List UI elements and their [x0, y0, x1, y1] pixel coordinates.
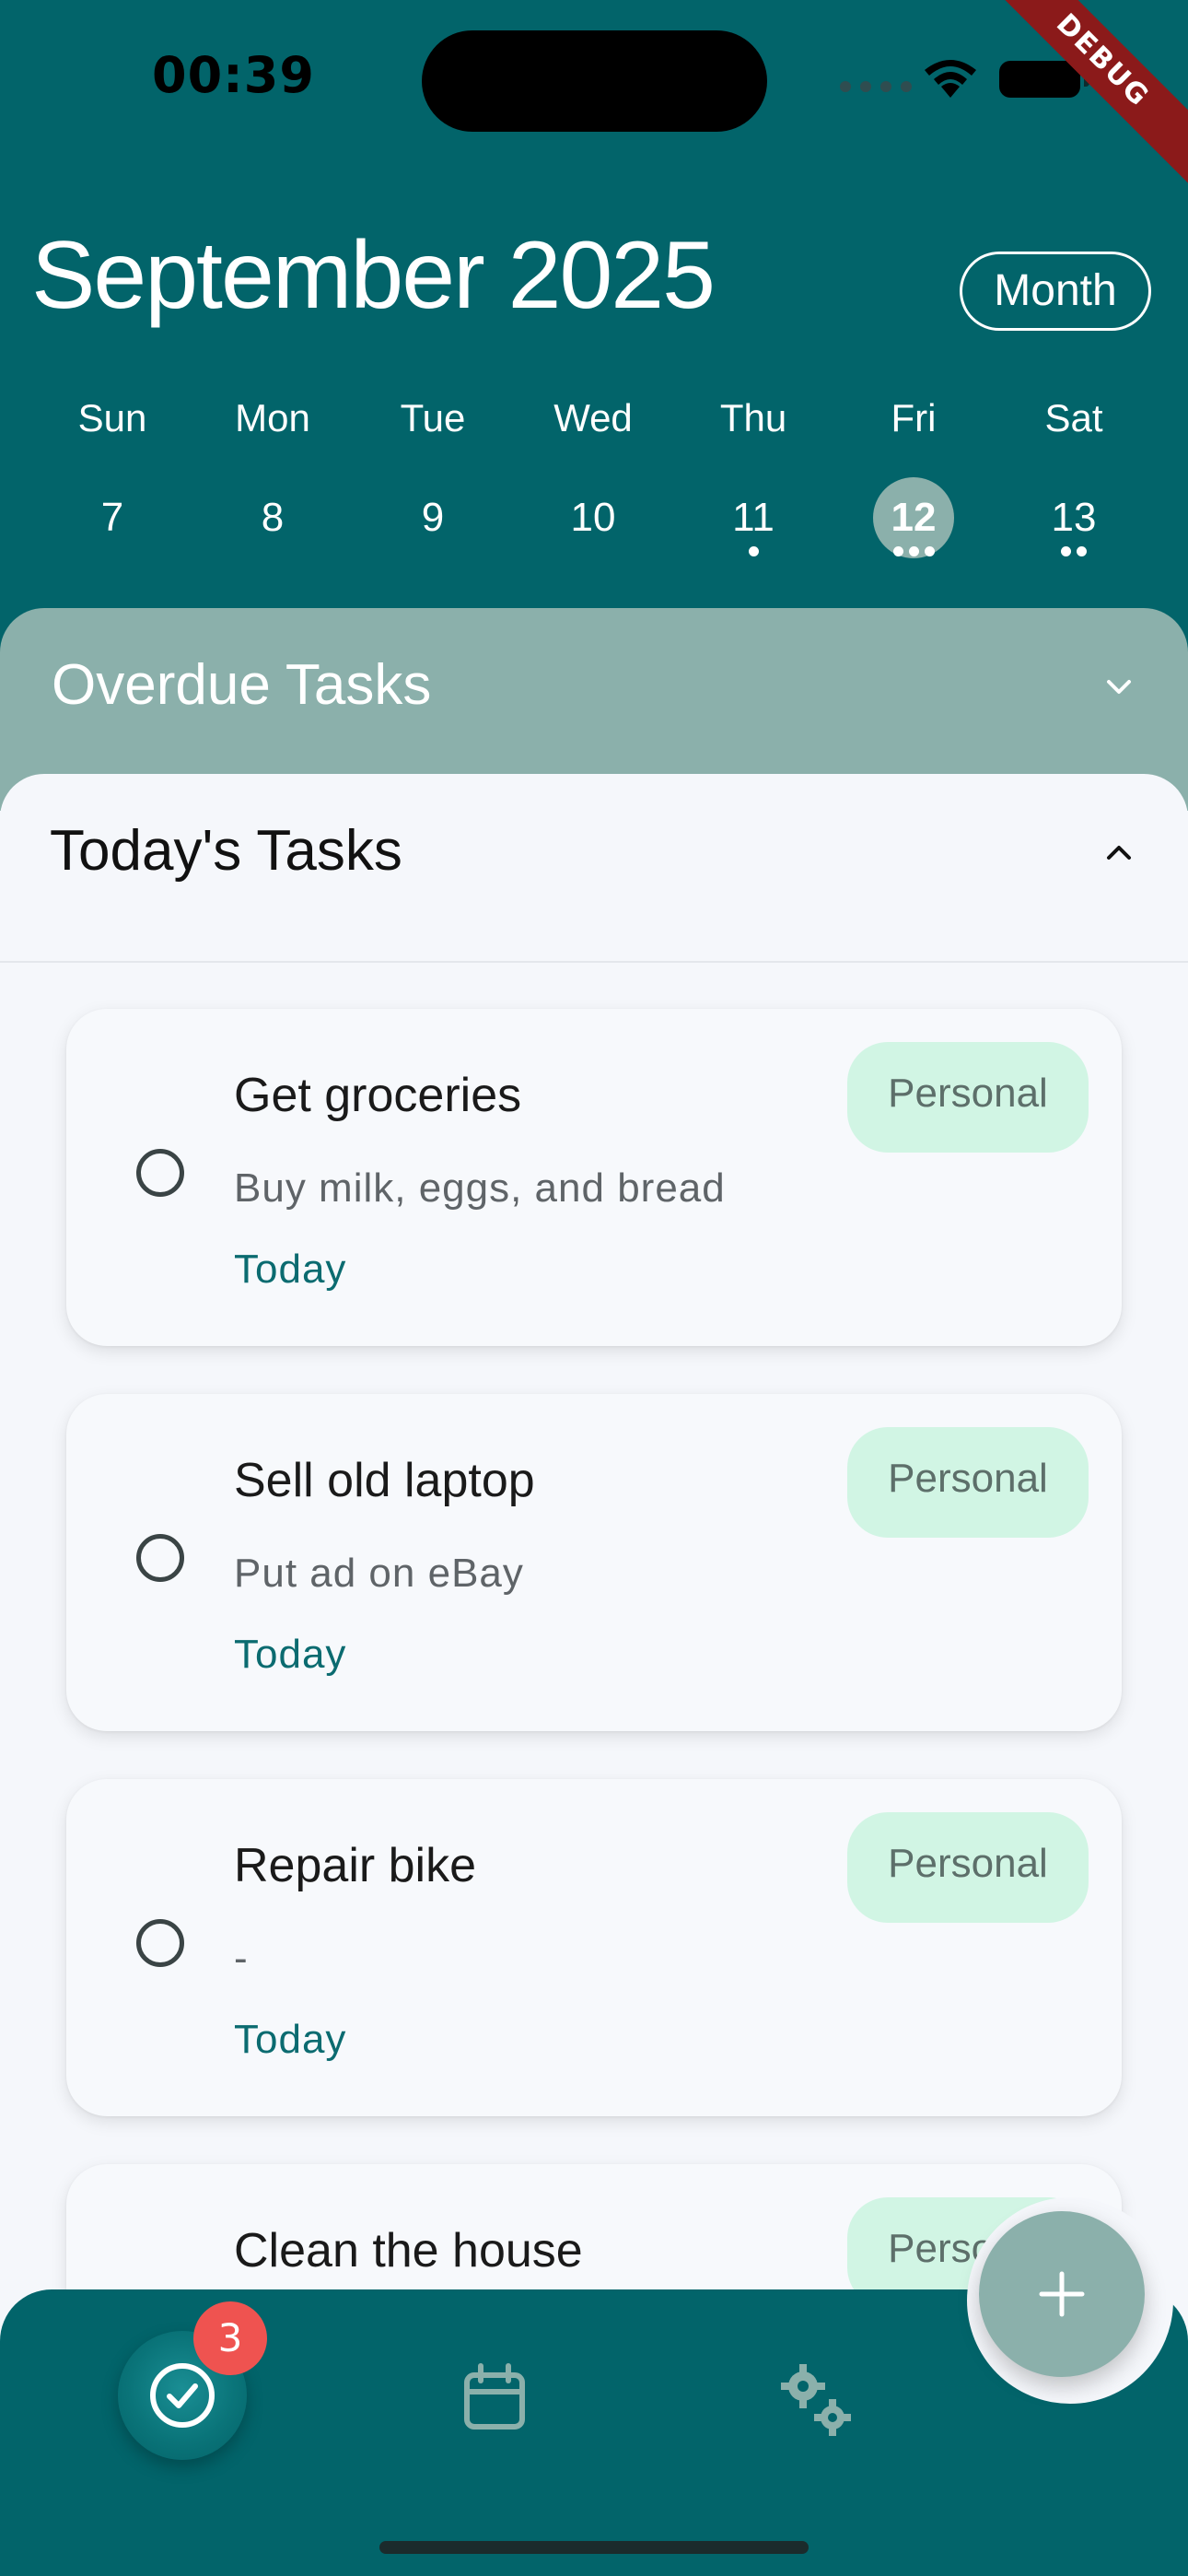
task-date: Today — [234, 1247, 347, 1292]
day-number: 10 — [570, 495, 616, 540]
header: 00:39 DEBUG September 2025 Month Sun 7 M… — [0, 0, 1188, 663]
task-card[interactable]: Sell old laptop Put ad on eBay Today Per… — [66, 1394, 1122, 1731]
chevron-down-icon — [1107, 680, 1131, 694]
home-indicator — [379, 2541, 809, 2554]
status-time: 00:39 — [152, 46, 315, 104]
day-name: Sat — [1044, 396, 1103, 439]
tasks-count-badge: 3 — [193, 2301, 267, 2375]
nav-calendar-button[interactable] — [435, 2340, 554, 2460]
divider — [0, 961, 1188, 963]
day-thu[interactable]: Thu 11 — [673, 396, 833, 580]
day-name: Sun — [77, 396, 147, 439]
day-name: Wed — [553, 396, 633, 439]
day-number: 7 — [100, 495, 124, 540]
task-date: Today — [234, 2017, 347, 2062]
calendar-icon — [464, 2363, 525, 2430]
nav-settings-button[interactable] — [755, 2340, 875, 2460]
day-sun[interactable]: Sun 7 — [32, 396, 192, 580]
task-checkbox[interactable] — [136, 1149, 184, 1197]
event-dots — [673, 546, 833, 556]
add-task-button[interactable] — [979, 2211, 1145, 2377]
task-checkbox[interactable] — [136, 1919, 184, 1967]
task-checkbox[interactable] — [136, 1534, 184, 1582]
week-strip: Sun 7 Mon 8 Tue 9 Wed 10 Thu 11 Fri 12 S… — [0, 396, 1188, 580]
task-category-tag: Personal — [847, 1042, 1089, 1153]
day-tue[interactable]: Tue 9 — [353, 396, 513, 580]
task-title: Sell old laptop — [234, 1454, 535, 1507]
today-title: Today's Tasks — [50, 819, 402, 883]
wifi-icon — [925, 60, 976, 98]
day-sat[interactable]: Sat 13 — [994, 396, 1154, 580]
task-description: - — [234, 1936, 249, 1981]
day-mon[interactable]: Mon 8 — [192, 396, 353, 580]
day-number: 8 — [261, 495, 285, 540]
today-section: Today's Tasks Get groceries Buy milk, eg… — [0, 774, 1188, 2501]
day-fri[interactable]: Fri 12 — [833, 396, 994, 580]
day-name: Tue — [400, 396, 466, 439]
day-number: 9 — [421, 495, 445, 540]
task-title: Clean the house — [234, 2224, 583, 2277]
event-dots — [833, 546, 994, 556]
month-view-toggle[interactable]: Month — [960, 252, 1151, 331]
cellular-signal-icon — [840, 81, 912, 92]
task-card[interactable]: Get groceries Buy milk, eggs, and bread … — [66, 1009, 1122, 1346]
task-category-tag: Personal — [847, 1812, 1089, 1923]
task-category-tag: Personal — [847, 1427, 1089, 1538]
status-bar: 00:39 — [0, 0, 1188, 157]
dynamic-island — [422, 30, 767, 132]
plus-icon — [1039, 2271, 1085, 2317]
chevron-up-icon[interactable] — [1105, 838, 1133, 866]
day-name: Thu — [719, 396, 787, 439]
event-dots — [994, 546, 1154, 556]
task-title: Get groceries — [234, 1069, 522, 1122]
task-description: Put ad on eBay — [234, 1551, 524, 1596]
battery-icon — [999, 61, 1089, 98]
task-title: Repair bike — [234, 1839, 477, 1892]
overdue-title: Overdue Tasks — [52, 653, 432, 717]
task-description: Buy milk, eggs, and bread — [234, 1165, 726, 1211]
gears-icon — [781, 2364, 851, 2436]
day-name: Mon — [235, 396, 310, 439]
month-title: September 2025 — [31, 222, 716, 329]
task-card[interactable]: Repair bike - Today Personal — [66, 1779, 1122, 2116]
day-wed[interactable]: Wed 10 — [513, 396, 673, 580]
task-date: Today — [234, 1632, 347, 1677]
day-name: Fri — [891, 396, 937, 439]
